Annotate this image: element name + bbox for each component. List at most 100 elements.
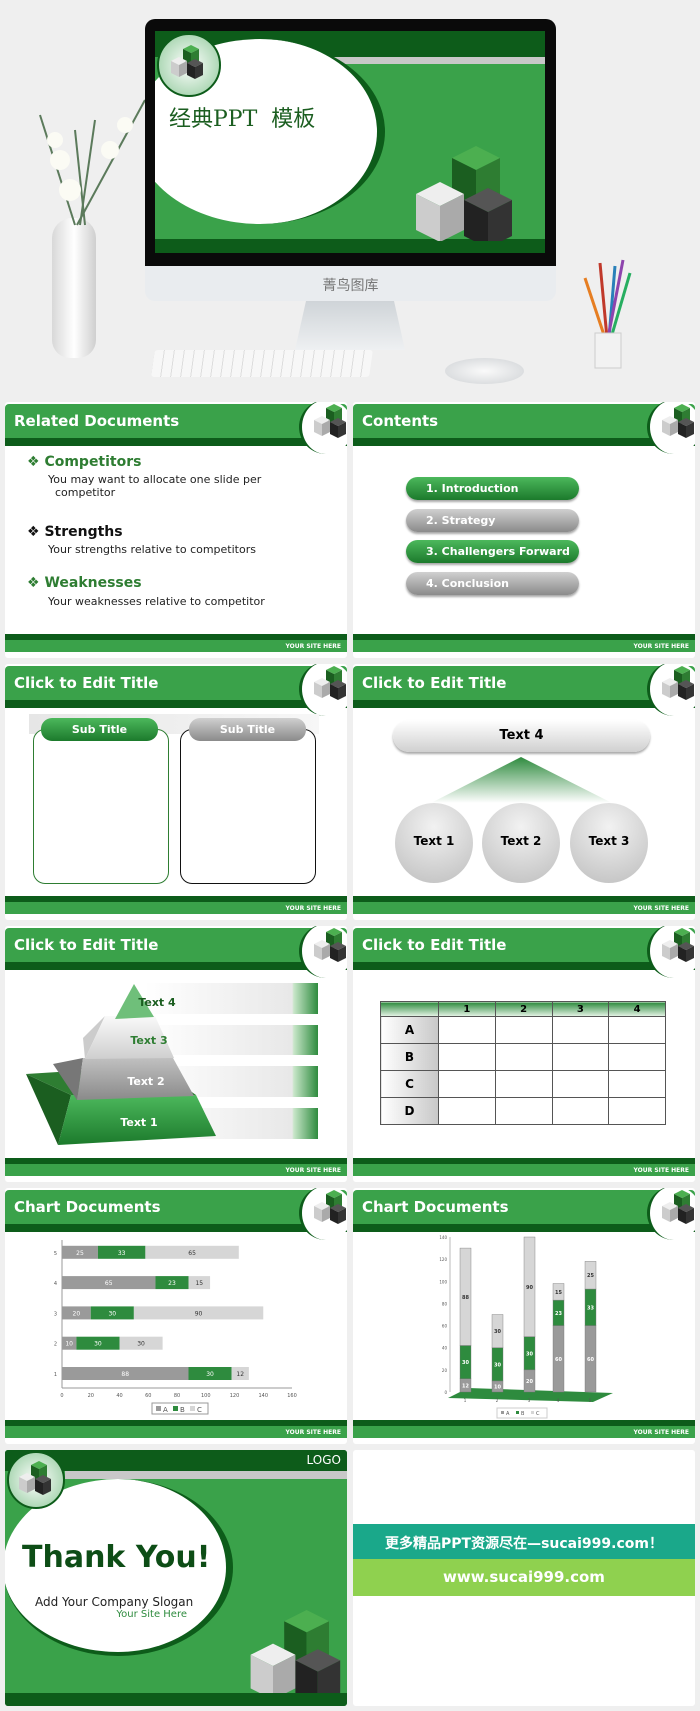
- y-tick-label: 0: [444, 1390, 447, 1395]
- connector-triangle: [431, 757, 612, 803]
- table-row: A: [380, 1016, 666, 1044]
- cube-logo-icon: [299, 402, 347, 454]
- slide-promo: 更多精品PPT资源尽在—sucai999.com！ www.sucai999.c…: [353, 1450, 695, 1706]
- table-row: D: [380, 1097, 666, 1125]
- x-tick-label: 60: [145, 1393, 151, 1399]
- footer-site: YOUR SITE HERE: [5, 1164, 347, 1176]
- data-label: 25: [76, 1250, 84, 1257]
- data-label: 23: [168, 1280, 176, 1287]
- table-row: C: [380, 1070, 666, 1098]
- promo-url[interactable]: www.sucai999.com: [353, 1559, 695, 1596]
- col-header: 1: [438, 1001, 496, 1017]
- logo-text: LOGO: [306, 1453, 341, 1467]
- footer-site: YOUR SITE HERE: [5, 1426, 347, 1438]
- footer-site: YOUR SITE HERE: [353, 640, 695, 652]
- hero-title: 经典PPT 模板: [169, 107, 316, 132]
- contents-item-challengers[interactable]: 3. Challengers Forward: [406, 540, 579, 563]
- legend-swatch: [173, 1406, 178, 1411]
- thank-you-title: Thank You!: [22, 1540, 211, 1575]
- keyboard: [151, 350, 373, 377]
- data-label: 60: [587, 1357, 594, 1363]
- cube-logo-icon: [299, 664, 347, 716]
- data-label: 90: [195, 1310, 203, 1317]
- x-tick-label: 1: [464, 1398, 467, 1403]
- legend-swatch: [156, 1406, 161, 1411]
- data-label: 88: [121, 1371, 129, 1378]
- circle-text-2: Text 2: [482, 803, 560, 883]
- slide-hierarchy: Click to Edit Title Text 4 Text 1 Text 2…: [353, 664, 695, 920]
- legend-swatch: [501, 1411, 504, 1414]
- footer-site: YOUR SITE HERE: [353, 1164, 695, 1176]
- pyramid-label: Text 2: [127, 1075, 164, 1088]
- x-tick-label: 3: [528, 1398, 531, 1403]
- contents-item-conclusion[interactable]: 4. Conclusion: [406, 572, 579, 595]
- data-label: 90: [526, 1285, 533, 1291]
- x-tick-label: 20: [88, 1393, 94, 1399]
- flowers-icon: [39, 99, 146, 226]
- footer-site: YOUR SITE HERE: [5, 640, 347, 652]
- cube-logo-icon: [647, 402, 695, 454]
- col-header: 2: [494, 1001, 553, 1017]
- data-label: 65: [105, 1280, 113, 1287]
- contents-item-strategy[interactable]: 2. Strategy: [406, 509, 579, 532]
- cube-logo-icon: [647, 926, 695, 978]
- data-label: 12: [462, 1383, 469, 1389]
- site-text: Your Site Here: [116, 1609, 187, 1620]
- bullet-heading: ❖ Strengths: [27, 524, 123, 540]
- slide-title: Contents: [362, 412, 439, 430]
- y-tick-label: 20: [442, 1368, 448, 1373]
- data-label: 10: [65, 1341, 73, 1348]
- legend-label: B: [180, 1406, 185, 1414]
- slide-contents: Contents 1. Introduction 2. Strategy 3. …: [353, 402, 695, 658]
- data-label: 30: [526, 1351, 533, 1357]
- circle-text-3: Text 3: [570, 803, 648, 883]
- y-tick-label: 120: [439, 1257, 447, 1262]
- x-tick-label: 140: [258, 1393, 268, 1399]
- bullet-desc: Your weaknesses relative to competitor: [48, 595, 265, 608]
- x-tick-label: 120: [230, 1393, 240, 1399]
- data-table: 1234 A B C D: [380, 1001, 666, 1125]
- col-header: 3: [551, 1001, 610, 1017]
- y-tick-label: 2: [54, 1342, 57, 1348]
- pyramid-label: Text 3: [130, 1034, 167, 1047]
- monitor-frame: 经典PPT 模板 菁鸟图库: [145, 19, 556, 301]
- footer-site: YOUR SITE HERE: [5, 902, 347, 914]
- footer-site: YOUR SITE HERE: [353, 1426, 695, 1438]
- y-tick-label: 3: [54, 1311, 57, 1317]
- monitor-stand: [295, 301, 405, 350]
- data-label: 33: [118, 1250, 126, 1257]
- data-label: 30: [494, 1362, 501, 1368]
- row-header: B: [380, 1043, 439, 1071]
- table-row: B: [380, 1043, 666, 1071]
- pencil-cup-icon: [583, 259, 632, 369]
- data-label: 60: [555, 1357, 562, 1363]
- y-tick-label: 140: [439, 1235, 447, 1240]
- content-box-right: [180, 729, 316, 884]
- column-chart: 0 20 40 60 80 100 120 140 1 12 30 88 2 10 30 30 3 20 30 90 4…: [439, 1235, 613, 1419]
- data-label: 10: [494, 1384, 501, 1390]
- slide-title: Related Documents: [14, 412, 180, 430]
- y-tick-label: 40: [442, 1346, 448, 1351]
- legend-label: B: [521, 1411, 525, 1417]
- x-tick-label: 4: [557, 1398, 560, 1403]
- slide-title: Click to Edit Title: [362, 936, 507, 954]
- circle-text-1: Text 1: [395, 803, 473, 883]
- monitor-screen: 经典PPT 模板: [155, 31, 545, 253]
- data-label: 30: [494, 1329, 501, 1335]
- bullet-heading: ❖ Weaknesses: [27, 575, 142, 591]
- data-label: 20: [73, 1310, 81, 1317]
- slide-thank-you: LOGO Thank You! Add Your Company Slogan …: [5, 1450, 347, 1706]
- legend-label: A: [506, 1411, 510, 1417]
- bullet-heading: ❖ Competitors: [27, 454, 142, 470]
- row-header: D: [380, 1097, 439, 1125]
- x-tick-label: 100: [201, 1393, 211, 1399]
- legend-label: A: [163, 1406, 168, 1414]
- contents-item-introduction[interactable]: 1. Introduction: [406, 477, 579, 500]
- bullet-desc: You may want to allocate one slide per c…: [48, 473, 262, 499]
- hero-scene: 经典PPT 模板 菁鸟图库: [0, 0, 700, 395]
- data-label: 65: [188, 1250, 196, 1257]
- cubes-graphic: [416, 146, 512, 241]
- mouse: [445, 358, 524, 384]
- slide-table: Click to Edit Title 1234 A B C D YOUR SI…: [353, 926, 695, 1182]
- pyramid-label: Text 4: [138, 996, 176, 1009]
